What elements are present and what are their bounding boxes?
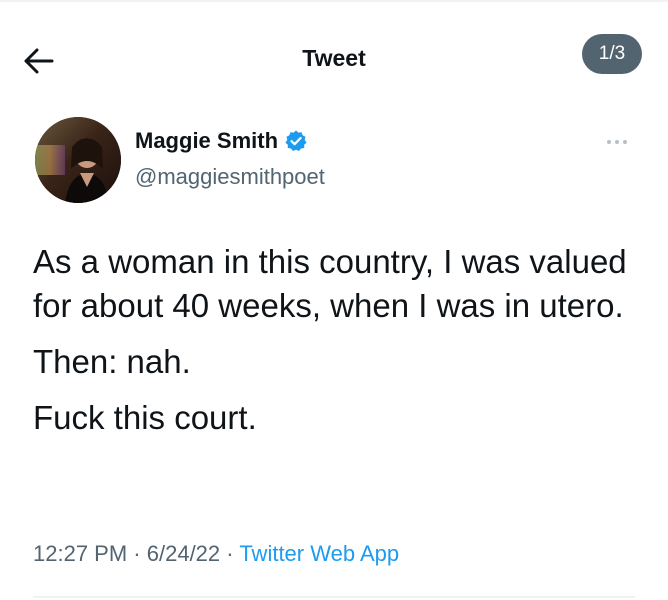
avatar[interactable]: [35, 117, 121, 203]
more-horizontal-icon: [607, 140, 627, 144]
meta-separator: ·: [226, 541, 234, 566]
verified-badge-icon: [285, 130, 307, 151]
author-name[interactable]: Maggie Smith: [135, 128, 278, 154]
page-indicator-badge: 1/3: [582, 34, 642, 74]
author-name-row[interactable]: Maggie Smith: [135, 128, 308, 154]
tweet-paragraph: Then: nah.: [33, 343, 191, 380]
tweet-paragraph: As a woman in this country, I was valued…: [33, 243, 627, 324]
meta-separator: ·: [133, 541, 141, 566]
top-divider: [0, 0, 668, 2]
more-options-button[interactable]: [600, 132, 634, 152]
author-handle[interactable]: @maggiesmithpoet: [135, 164, 325, 190]
tweet-time[interactable]: 12:27 PM: [33, 541, 127, 566]
header: Tweet 1/3: [0, 28, 668, 92]
page-title: Tweet: [302, 45, 366, 71]
tweet-source-link[interactable]: Twitter Web App: [239, 541, 399, 566]
tweet-text: As a woman in this country, I was valued…: [33, 240, 633, 452]
tweet-date[interactable]: 6/24/22: [147, 541, 220, 566]
bottom-divider: [33, 596, 635, 598]
avatar-image: [35, 117, 121, 203]
tweet-metadata: 12:27 PM · 6/24/22 · Twitter Web App: [33, 541, 399, 567]
tweet-paragraph: Fuck this court.: [33, 399, 257, 436]
